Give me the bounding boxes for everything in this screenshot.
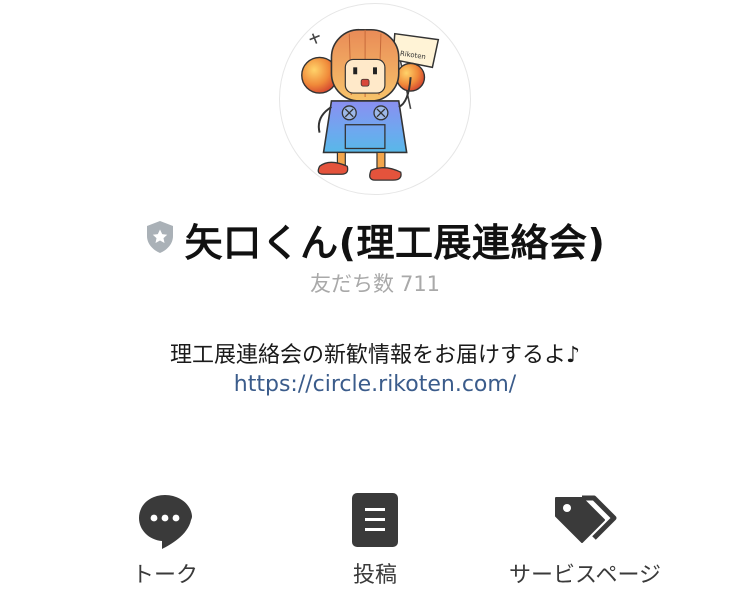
friends-count-row: 友だち数 711 (0, 268, 750, 298)
profile-link[interactable]: https://circle.rikoten.com/ (0, 372, 750, 397)
talk-button[interactable]: トーク (65, 488, 265, 588)
profile-name-row: 矢口くん(理工展連絡会) (0, 212, 750, 267)
friends-count: 711 (399, 272, 441, 296)
post-button[interactable]: 投稿 (275, 488, 475, 588)
tags-icon (552, 492, 618, 552)
service-page-label: サービスページ (508, 563, 662, 588)
post-label: 投稿 (352, 563, 397, 588)
profile-description: 理工展連絡会の新歓情報をお届けするよ♪ (169, 343, 581, 368)
profile-name: 矢口くん(理工展連絡会) (184, 221, 606, 265)
friends-label: 友だち数 (309, 272, 394, 296)
mascot-illustration: Rikoten (301, 28, 440, 181)
service-page-button[interactable]: サービスページ (485, 488, 685, 588)
shield-star-icon (145, 220, 175, 254)
chat-bubble-icon (136, 492, 194, 554)
document-icon (350, 492, 400, 552)
talk-label: トーク (131, 563, 198, 588)
profile-avatar[interactable]: Rikoten (279, 3, 471, 195)
action-bar: トーク 投稿 サービスページ (0, 488, 750, 588)
